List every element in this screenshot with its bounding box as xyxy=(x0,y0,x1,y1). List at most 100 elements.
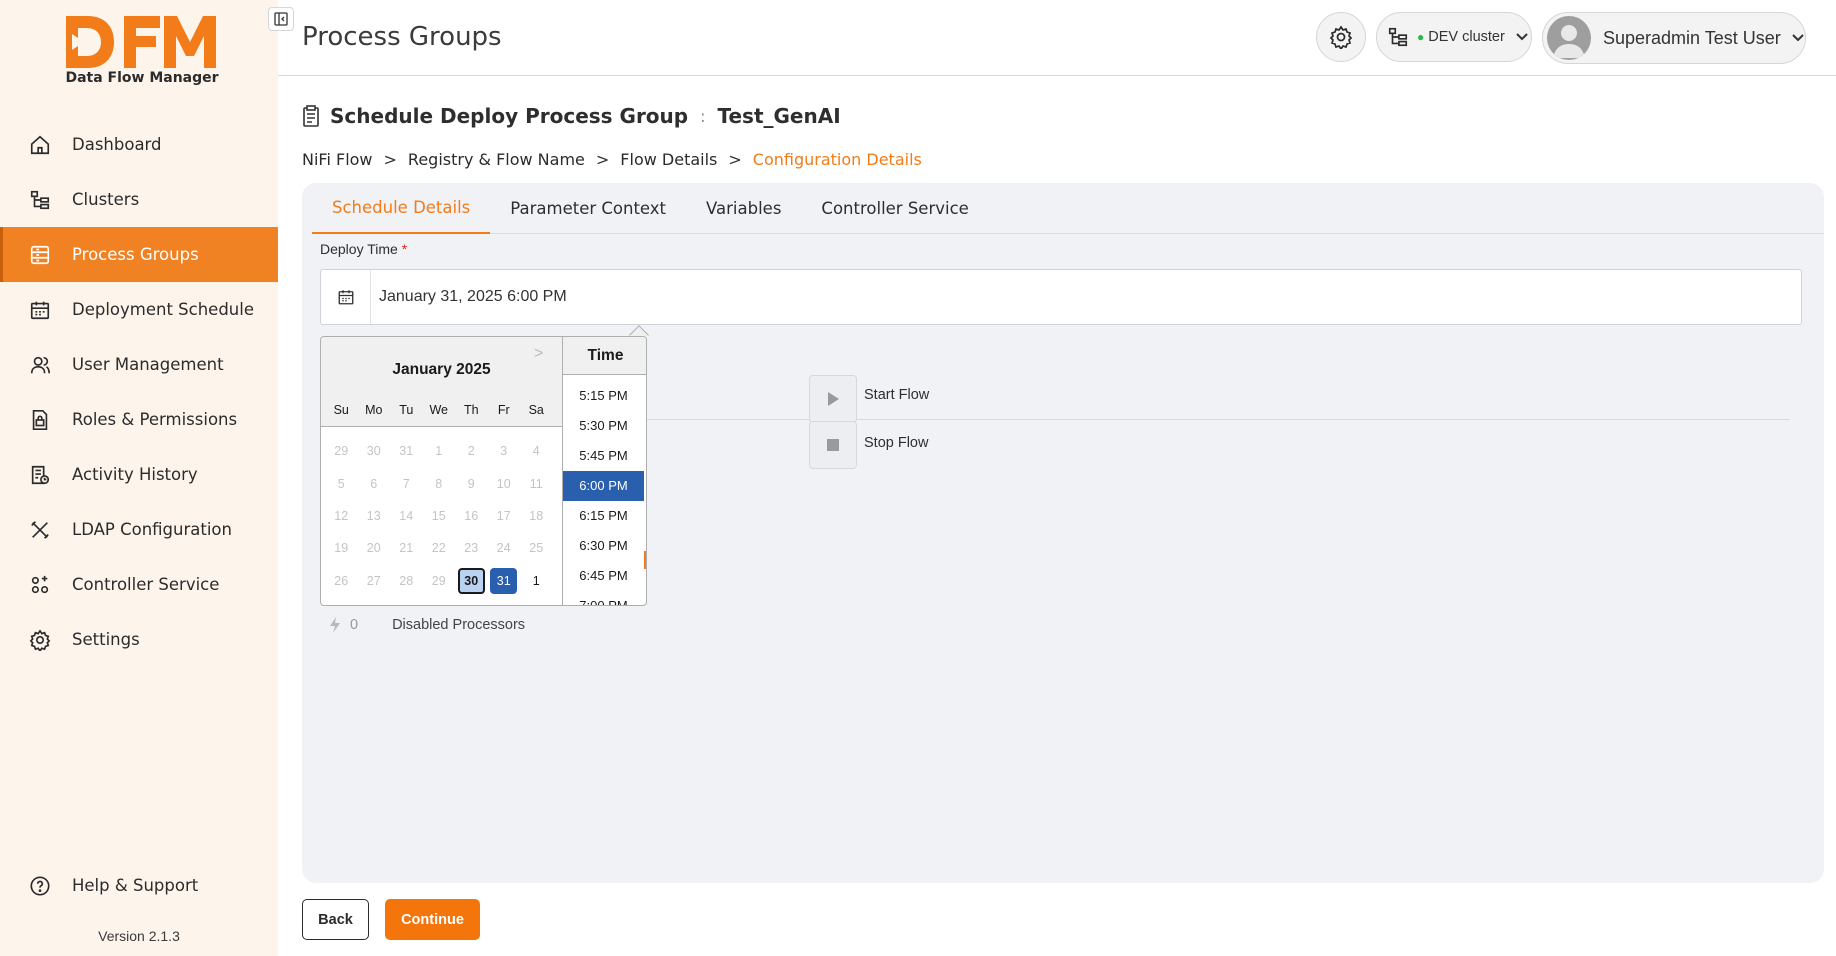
calendar-day[interactable]: 9 xyxy=(455,471,488,497)
sidebar-item-deployment-schedule[interactable]: Deployment Schedule xyxy=(0,282,278,337)
sidebar-item-activity-history[interactable]: Activity History xyxy=(0,447,278,502)
calendar-icon xyxy=(28,298,52,322)
calendar-day[interactable]: 6 xyxy=(358,471,391,497)
tab-schedule-details[interactable]: Schedule Details xyxy=(312,183,491,234)
calendar-day-number: 29 xyxy=(431,573,446,588)
user-menu[interactable]: Superadmin Test User xyxy=(1542,12,1806,64)
calendar-day[interactable]: 30 xyxy=(358,438,391,464)
calendar-day[interactable]: 10 xyxy=(488,471,521,497)
breadcrumb-nifi-flow[interactable]: NiFi Flow xyxy=(302,150,373,169)
sidebar-item-ldap-configuration[interactable]: LDAP Configuration xyxy=(0,502,278,557)
time-scrollbar[interactable] xyxy=(644,551,646,569)
calendar-day-number: 14 xyxy=(399,508,414,523)
gear-icon xyxy=(1329,25,1353,49)
time-list[interactable]: 5:15 PM 5:30 PM 5:45 PM 6:00 PM 6:15 PM 6:30 … xyxy=(563,375,646,605)
tab-variables[interactable]: Variables xyxy=(686,183,801,234)
calendar-day[interactable]: 1 xyxy=(423,438,456,464)
calendar-day[interactable]: 19 xyxy=(325,535,358,561)
sidebar-item-user-management[interactable]: User Management xyxy=(0,337,278,392)
tabs: Schedule Details Parameter Context Varia… xyxy=(312,183,1824,234)
calendar-day[interactable]: 13 xyxy=(358,503,391,529)
calendar-day[interactable]: 31 xyxy=(488,567,521,594)
weekday-label: We xyxy=(429,403,449,417)
chevron-down-icon xyxy=(1792,34,1804,42)
calendar-day-number: 30 xyxy=(457,567,485,594)
weekday-label: Fr xyxy=(497,403,510,417)
calendar-day[interactable]: 16 xyxy=(455,503,488,529)
calendar-day[interactable]: 5 xyxy=(325,471,358,497)
help-support-link[interactable]: Help & Support xyxy=(0,858,278,913)
calendar-day[interactable]: 15 xyxy=(423,503,456,529)
breadcrumb-registry[interactable]: Registry & Flow Name xyxy=(408,150,585,169)
calendar-day[interactable]: 11 xyxy=(520,471,553,497)
calendar-day[interactable]: 28 xyxy=(390,568,423,594)
time-option[interactable]: 5:15 PM xyxy=(563,381,644,411)
calendar-day[interactable]: 29 xyxy=(423,568,456,594)
process-groups-icon xyxy=(28,243,52,267)
dfm-logo: Data Flow Manager xyxy=(62,12,222,92)
calendar-day[interactable]: 1 xyxy=(520,568,553,594)
sidebar-item-dashboard[interactable]: Dashboard xyxy=(0,117,278,172)
user-name: Superadmin Test User xyxy=(1603,27,1781,48)
continue-button[interactable]: Continue xyxy=(385,899,480,940)
calendar-day[interactable]: 7 xyxy=(390,471,423,497)
tab-controller-service[interactable]: Controller Service xyxy=(801,183,988,234)
calendar-day-number: 31 xyxy=(490,567,518,594)
calendar-day[interactable]: 8 xyxy=(423,471,456,497)
calendar-day[interactable]: 27 xyxy=(358,568,391,594)
weekday-label: Mo xyxy=(365,403,383,417)
calendar-day[interactable]: 24 xyxy=(488,535,521,561)
sidebar-item-settings[interactable]: Settings xyxy=(0,612,278,667)
version-label: Version 2.1.3 xyxy=(98,928,180,944)
breadcrumb-flow-details[interactable]: Flow Details xyxy=(620,150,717,169)
deploy-time-field[interactable]: January 31, 2025 6:00 PM xyxy=(320,269,1802,325)
calendar-day[interactable]: 25 xyxy=(520,535,553,561)
calendar-day-number: 22 xyxy=(431,541,446,556)
sidebar-item-label: Deployment Schedule xyxy=(72,300,254,319)
sidebar-item-label: User Management xyxy=(72,355,224,374)
calendar-day[interactable]: 21 xyxy=(390,535,423,561)
calendar-day-number: 7 xyxy=(402,476,410,491)
calendar-day[interactable]: 23 xyxy=(455,535,488,561)
sidebar-item-roles-permissions[interactable]: Roles & Permissions xyxy=(0,392,278,447)
time-option[interactable]: 6:15 PM xyxy=(563,501,644,531)
calendar-day[interactable]: 29 xyxy=(325,438,358,464)
calendar-day-number: 5 xyxy=(337,476,345,491)
calendar-day[interactable]: 20 xyxy=(358,535,391,561)
cluster-selector[interactable]: ● DEV cluster xyxy=(1376,12,1532,62)
calendar-day[interactable]: 4 xyxy=(520,438,553,464)
sidebar-item-help-support[interactable]: Help & Support xyxy=(0,858,278,913)
calendar-day[interactable]: 12 xyxy=(325,503,358,529)
time-option[interactable]: 5:30 PM xyxy=(563,411,644,441)
cluster-name: DEV cluster xyxy=(1428,29,1505,45)
calendar-icon[interactable] xyxy=(321,270,371,324)
calendar-day[interactable]: 18 xyxy=(520,503,553,529)
calendar-day-number: 29 xyxy=(334,444,349,459)
help-icon xyxy=(28,874,52,898)
home-icon xyxy=(28,133,52,157)
calendar-day[interactable]: 22 xyxy=(423,535,456,561)
start-flow-button[interactable] xyxy=(809,375,857,423)
stop-flow-button[interactable] xyxy=(809,421,857,469)
time-option[interactable]: 6:30 PM xyxy=(563,531,644,561)
tab-parameter-context[interactable]: Parameter Context xyxy=(490,183,686,234)
calendar-day[interactable]: 2 xyxy=(455,438,488,464)
time-option[interactable]: 6:00 PM xyxy=(563,471,644,501)
sidebar-item-process-groups[interactable]: Process Groups xyxy=(0,227,278,282)
calendar-day[interactable]: 3 xyxy=(488,438,521,464)
calendar-day[interactable]: 14 xyxy=(390,503,423,529)
calendar-day[interactable]: 17 xyxy=(488,503,521,529)
calendar-day[interactable]: 26 xyxy=(325,568,358,594)
calendar-day[interactable]: 31 xyxy=(390,438,423,464)
time-option[interactable]: 5:45 PM xyxy=(563,441,644,471)
sidebar-item-clusters[interactable]: Clusters xyxy=(0,172,278,227)
back-button[interactable]: Back xyxy=(302,899,369,940)
sidebar-item-controller-service[interactable]: Controller Service xyxy=(0,557,278,612)
time-option[interactable]: 7:00 PM xyxy=(563,591,644,605)
calendar-day[interactable]: 30 xyxy=(455,567,488,594)
time-option[interactable]: 6:45 PM xyxy=(563,561,644,591)
datepicker-month: January 2025 xyxy=(392,361,491,378)
disabled-processors: 0 Disabled Processors xyxy=(328,616,525,634)
datepicker-time: Time 5:15 PM 5:30 PM 5:45 PM 6:00 PM 6:15 PM… xyxy=(562,337,646,605)
settings-button[interactable] xyxy=(1316,12,1366,62)
